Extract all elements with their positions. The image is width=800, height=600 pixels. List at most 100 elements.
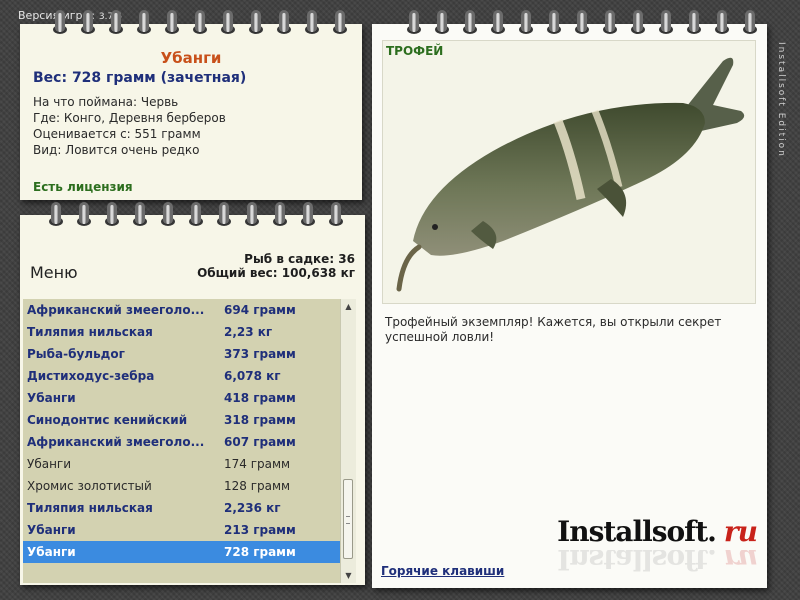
fish-name: Убанги — [160, 49, 222, 67]
spiral-ring-icon — [132, 10, 156, 40]
catch-fish-weight: 2,23 кг — [224, 325, 273, 339]
catch-fish-name: Африканский змееголо... — [27, 435, 205, 449]
catch-fish-name: Тиляпия нильская — [27, 501, 153, 515]
catch-list[interactable]: Африканский змееголо... 694 грамм Тиляпия … — [23, 299, 340, 583]
brand-main-reflection: Installsoft. — [557, 550, 716, 576]
brand-ru-reflection: ru — [723, 550, 757, 576]
catch-fish-name: Рыба-бульдог — [27, 347, 125, 361]
fish-weight: Вес: 728 грамм (зачетная) — [33, 70, 247, 86]
catch-row[interactable]: Убанги 418 грамм — [23, 387, 340, 409]
spiral-ring-icon — [160, 10, 184, 40]
catch-row[interactable]: Тиляпия нильская 2,236 кг — [23, 497, 340, 519]
brand-ru: ru — [723, 515, 758, 548]
total-weight: Общий вес: 100,638 кг — [197, 266, 355, 280]
license-status: Есть лицензия — [33, 180, 133, 194]
spiral-ring-icon — [184, 202, 208, 232]
spiral-ring-icon — [72, 202, 96, 232]
fish-picture — [396, 57, 745, 292]
catch-row[interactable]: Тиляпия нильская 2,23 кг — [23, 321, 340, 343]
catch-row[interactable]: Дистиходус-зебра 6,078 кг — [23, 365, 340, 387]
spiral-ring-icon — [104, 10, 128, 40]
brand-main: Installsoft. — [557, 515, 717, 548]
spiral-ring-icon — [514, 10, 538, 40]
spiral-ring-icon — [710, 10, 734, 40]
menu-button[interactable]: Меню — [30, 263, 78, 282]
fish-snout — [396, 244, 422, 292]
spiral-ring-icon — [626, 10, 650, 40]
spiral-ring-icon — [300, 10, 324, 40]
installsoft-logo: Installsoft. ru — [557, 515, 758, 548]
catch-fish-name: Убанги — [27, 457, 72, 471]
spiral-ring-icon — [244, 10, 268, 40]
fish-eye — [432, 224, 438, 230]
logo-reflection: Installsoft. ru — [557, 550, 757, 576]
catch-fish-weight: 213 грамм — [224, 523, 296, 537]
catch-list-card: Меню Рыб в садке: 36 Общий вес: 100,638 … — [20, 215, 365, 585]
caught-with: На что поймана: Червь — [33, 95, 179, 109]
trophy-card: ТРОФЕЙ Трофейный экземпляр! Кажется, вы … — [372, 24, 767, 588]
scroll-up-arrow-icon[interactable]: ▲ — [341, 299, 356, 314]
rarity: Вид: Ловится очень редко — [33, 143, 200, 157]
spiral-ring-icon — [296, 202, 320, 232]
scroll-thumb[interactable] — [343, 479, 353, 559]
spiral-ring-icon — [48, 10, 72, 40]
spiral-ring-icon — [216, 10, 240, 40]
spiral-ring-icon — [654, 10, 678, 40]
catch-row[interactable]: Хромис золотистый 128 грамм — [23, 475, 340, 497]
catch-fish-name: Африканский змееголо... — [27, 303, 205, 317]
catch-fish-name: Убанги — [27, 545, 76, 559]
spiral-ring-icon — [240, 202, 264, 232]
spiral-binding-trophy — [402, 10, 762, 40]
trophy-image-frame — [382, 40, 756, 304]
catch-fish-weight: 373 грамм — [224, 347, 296, 361]
trophy-label: ТРОФЕЙ — [386, 44, 444, 58]
spiral-ring-icon — [430, 10, 454, 40]
spiral-ring-icon — [44, 202, 68, 232]
spiral-ring-icon — [402, 10, 426, 40]
catch-list-scrollbar[interactable]: ▲ ▼ — [340, 299, 356, 583]
spiral-ring-icon — [100, 202, 124, 232]
catch-row[interactable]: Африканский змееголо... 607 грамм — [23, 431, 340, 453]
spiral-ring-icon — [268, 202, 292, 232]
catch-fish-name: Убанги — [27, 391, 76, 405]
spiral-ring-icon — [328, 10, 352, 40]
scroll-grip — [346, 516, 350, 524]
spiral-ring-icon — [570, 10, 594, 40]
catch-fish-name: Убанги — [27, 523, 76, 537]
catch-row-selected[interactable]: Убанги 728 грамм — [23, 541, 340, 563]
keepnet-stats: Рыб в садке: 36 Общий вес: 100,638 кг — [197, 252, 355, 280]
catch-row[interactable]: Африканский змееголо... 694 грамм — [23, 299, 340, 321]
catch-fish-weight: 318 грамм — [224, 413, 296, 427]
spiral-ring-icon — [458, 10, 482, 40]
spiral-ring-icon — [128, 202, 152, 232]
hotkeys-link[interactable]: Горячие клавиши — [381, 564, 504, 578]
catch-row[interactable]: Рыба-бульдог 373 грамм — [23, 343, 340, 365]
spiral-ring-icon — [76, 10, 100, 40]
spiral-ring-icon — [542, 10, 566, 40]
catch-fish-weight: 728 грамм — [224, 545, 296, 559]
spiral-ring-icon — [188, 10, 212, 40]
min-weight: Оценивается с: 551 грамм — [33, 127, 201, 141]
catch-fish-name: Синодонтис кенийский — [27, 413, 188, 427]
catch-fish-weight: 694 грамм — [224, 303, 296, 317]
fish-info-card: Убанги Вес: 728 грамм (зачетная) На что … — [20, 24, 362, 200]
catch-row[interactable]: Синодонтис кенийский 318 грамм — [23, 409, 340, 431]
catch-fish-weight: 418 грамм — [224, 391, 296, 405]
spiral-ring-icon — [738, 10, 762, 40]
spiral-ring-icon — [156, 202, 180, 232]
spiral-ring-icon — [598, 10, 622, 40]
fish-count: Рыб в садке: 36 — [244, 252, 355, 266]
spiral-binding-menu — [44, 202, 348, 232]
trophy-description: Трофейный экземпляр! Кажется, вы открыли… — [385, 315, 722, 344]
catch-fish-weight: 128 грамм — [224, 479, 291, 493]
catch-row[interactable]: Убанги 174 грамм — [23, 453, 340, 475]
catch-fish-weight: 607 грамм — [224, 435, 296, 449]
scroll-down-arrow-icon[interactable]: ▼ — [341, 568, 356, 583]
catch-location: Где: Конго, Деревня берберов — [33, 111, 226, 125]
catch-fish-weight: 6,078 кг — [224, 369, 281, 383]
edition-side-text: Installsoft Edition — [776, 42, 786, 158]
spiral-ring-icon — [324, 202, 348, 232]
catch-fish-name: Тиляпия нильская — [27, 325, 153, 339]
catch-row[interactable]: Убанги 213 грамм — [23, 519, 340, 541]
catch-fish-weight: 2,236 кг — [224, 501, 281, 515]
